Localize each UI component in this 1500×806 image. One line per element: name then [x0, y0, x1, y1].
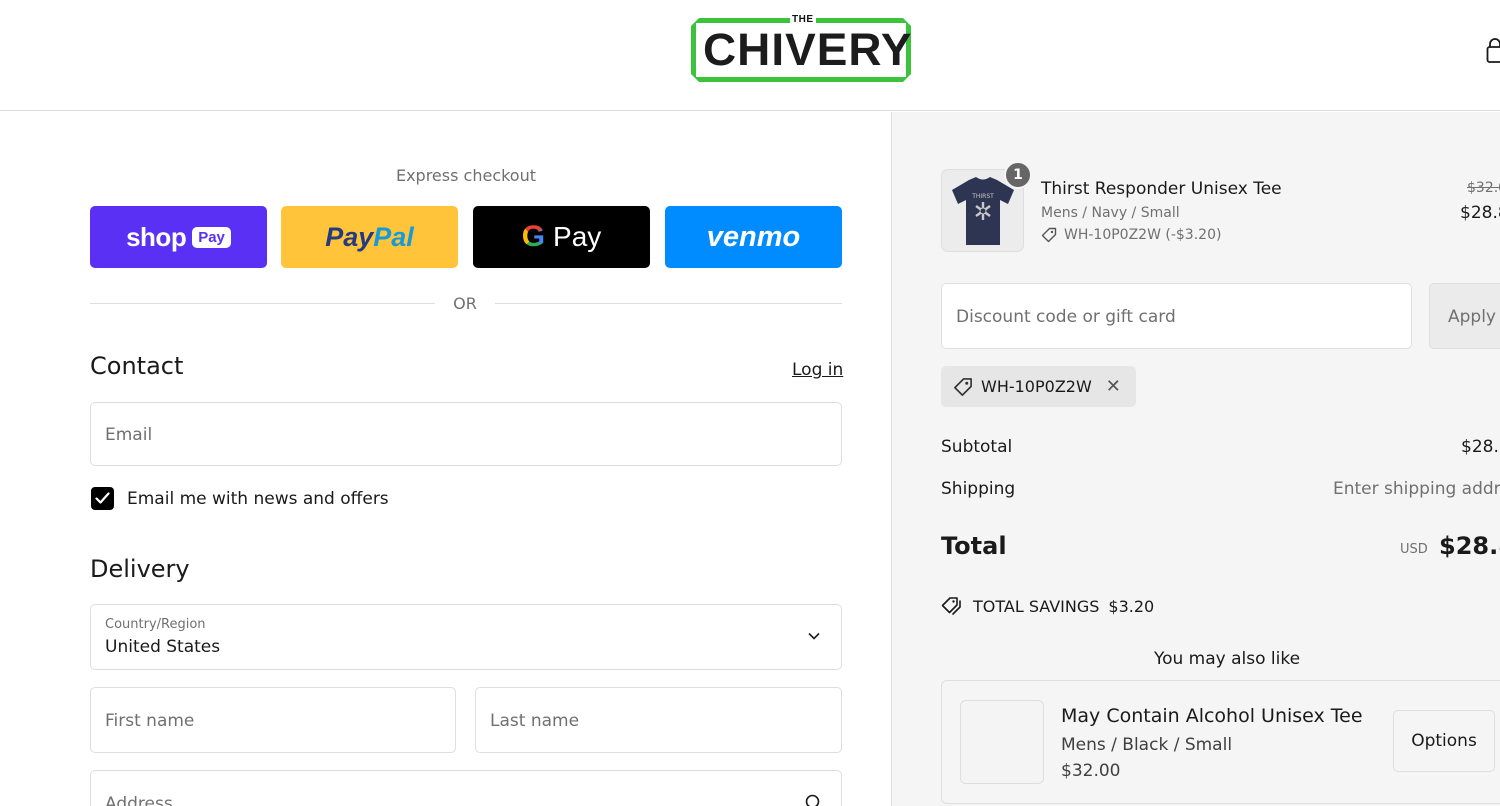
apply-button[interactable]: Apply — [1429, 283, 1500, 349]
email-field[interactable]: Email — [90, 402, 842, 466]
last-name-placeholder: Last name — [490, 711, 580, 731]
shop-pay-wordmark: shop — [126, 221, 187, 252]
also-like-heading: You may also like — [1153, 649, 1301, 669]
paypal-wordmark-b: Pal — [373, 221, 414, 252]
shop-pay-badge: Pay — [192, 226, 231, 248]
first-name-field[interactable]: First name — [90, 687, 456, 753]
subtotal-label: Subtotal — [941, 437, 1013, 457]
total-savings: TOTAL SAVINGS $3.20 — [941, 596, 1154, 616]
total-savings-label: TOTAL SAVINGS — [973, 596, 1100, 616]
contact-heading: Contact — [90, 352, 184, 380]
quantity-badge: 1 — [1004, 161, 1032, 189]
express-checkout-label: Express checkout — [395, 166, 537, 185]
country-select[interactable]: Country/Region United States — [90, 604, 842, 670]
last-name-field[interactable]: Last name — [475, 687, 842, 753]
item-original-price: $32.00 — [1467, 180, 1500, 196]
shipping-value: Enter shipping address — [1333, 479, 1500, 499]
google-pay-wordmark: G Pay — [522, 220, 602, 254]
google-pay-button[interactable]: G Pay — [473, 206, 650, 268]
recommendation-name: May Contain Alcohol Unisex Tee — [1061, 705, 1363, 727]
total-value: $28.80 — [1439, 532, 1500, 560]
or-divider: OR — [90, 294, 842, 314]
item-variant: Mens / Navy / Small — [1041, 205, 1180, 221]
discount-code-input[interactable]: Discount code or gift card — [941, 283, 1412, 349]
applied-discount-chip: WH-10P0Z2W ✕ — [941, 366, 1136, 407]
email-placeholder: Email — [105, 425, 153, 445]
recommendation-price: $32.00 — [1061, 761, 1121, 781]
recommendation-card: May Contain Alcohol Unisex Tee Mens / Bl… — [941, 680, 1500, 804]
venmo-button[interactable]: venmo — [665, 206, 842, 268]
item-name: Thirst Responder Unisex Tee — [1041, 179, 1282, 199]
google-pay-text: Pay — [553, 221, 602, 252]
divider-line-right — [495, 303, 842, 304]
address-field[interactable]: Address — [90, 770, 842, 806]
checkout-form-column: Express checkout shop Pay PayPal G Pay v… — [0, 112, 891, 806]
delivery-heading: Delivery — [90, 555, 190, 583]
paypal-wordmark-a: Pay — [325, 221, 374, 252]
cart-icon[interactable] — [1486, 37, 1500, 65]
apply-button-label: Apply — [1448, 307, 1496, 327]
subtotal-value: $28.80 — [1461, 437, 1500, 457]
order-summary-column: THIRST 1 Thirst Responder Unisex Tee Men… — [891, 112, 1500, 806]
country-label: Country/Region — [105, 617, 206, 632]
svg-text:THIRST: THIRST — [971, 193, 994, 200]
paypal-button[interactable]: PayPal — [281, 206, 458, 268]
chivery-logo[interactable]: THE CHIVERY — [691, 14, 911, 84]
options-button[interactable]: Options — [1393, 710, 1495, 772]
tag-icon — [1041, 227, 1057, 243]
first-name-placeholder: First name — [105, 711, 195, 731]
tag-icon — [954, 377, 972, 396]
close-icon[interactable]: ✕ — [1106, 377, 1121, 396]
product-thumbnail: THIRST 1 — [941, 161, 1032, 252]
news-offers-checkbox[interactable] — [91, 487, 114, 510]
address-placeholder: Address — [105, 794, 173, 806]
chevron-down-icon — [808, 632, 820, 640]
logo-main-text: CHIVERY — [703, 24, 913, 75]
recommendation-thumbnail — [960, 700, 1044, 784]
or-label: OR — [453, 294, 477, 313]
checkmark-icon — [95, 492, 110, 504]
total-savings-value: $3.20 — [1108, 596, 1155, 616]
news-offers-label[interactable]: Email me with news and offers — [127, 489, 389, 509]
shop-pay-button[interactable]: shop Pay — [90, 206, 267, 268]
shipping-label: Shipping — [941, 479, 1016, 499]
login-link[interactable]: Log in — [792, 360, 843, 380]
item-price: $28.80 — [1460, 203, 1500, 223]
savings-tag-icon — [941, 597, 961, 615]
applied-discount-code: WH-10P0Z2W — [981, 377, 1092, 396]
venmo-wordmark: venmo — [706, 220, 801, 253]
divider-line-left — [90, 303, 435, 304]
site-header: THE CHIVERY — [0, 0, 1500, 111]
discount-code-placeholder: Discount code or gift card — [956, 307, 1176, 327]
total-label: Total — [941, 532, 1007, 560]
currency-code: USD — [1400, 542, 1428, 557]
google-g-icon: G — [521, 220, 546, 253]
item-discount: WH-10P0Z2W (-$3.20) — [1041, 227, 1221, 243]
search-icon — [805, 794, 820, 806]
country-value: United States — [105, 637, 221, 657]
paypal-wordmark: PayPal — [325, 222, 414, 253]
recommendation-variant: Mens / Black / Small — [1061, 735, 1233, 755]
item-discount-text: WH-10P0Z2W (-$3.20) — [1064, 227, 1222, 243]
